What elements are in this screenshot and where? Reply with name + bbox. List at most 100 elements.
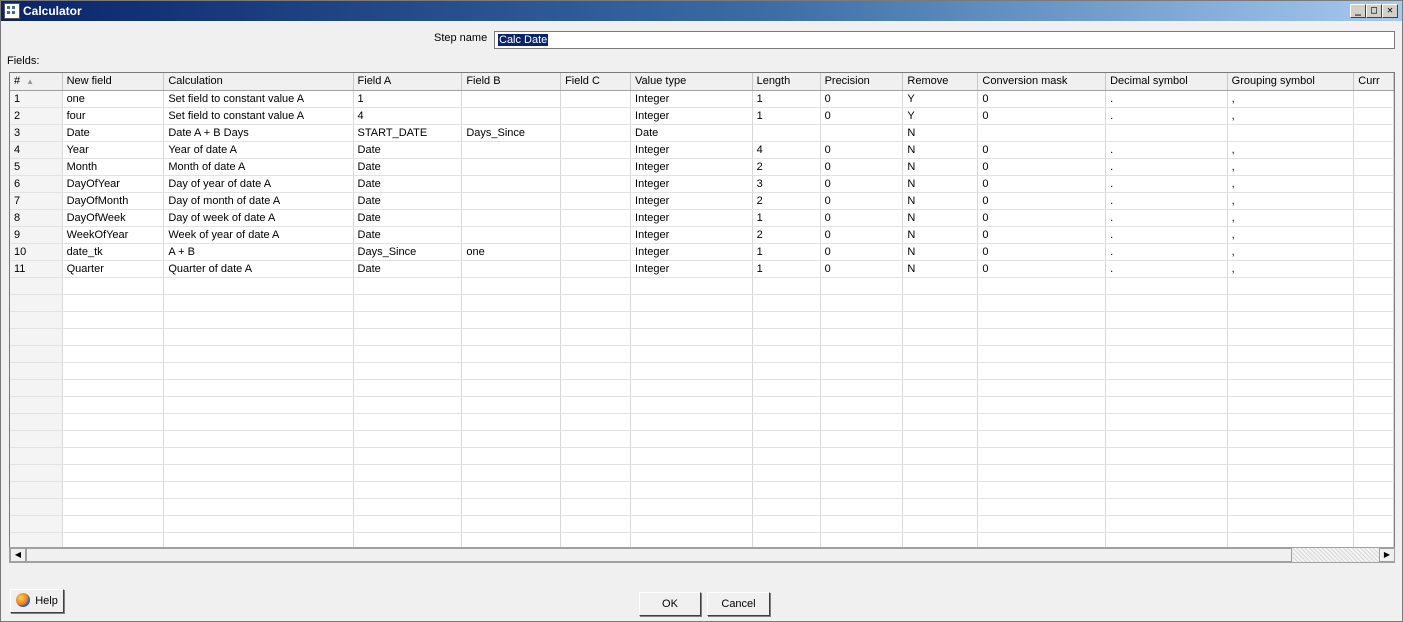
ok-button[interactable]: OK (639, 592, 701, 616)
table-cell[interactable] (560, 396, 632, 414)
table-cell[interactable] (1227, 396, 1355, 414)
empty-row[interactable] (10, 515, 1394, 533)
table-cell[interactable]: Year of date A (163, 141, 354, 159)
table-cell[interactable]: Days_Since (461, 124, 562, 142)
column-header[interactable]: Precision (820, 73, 904, 91)
table-cell[interactable]: 4 (752, 141, 821, 159)
table-cell[interactable] (630, 481, 753, 499)
table-cell[interactable] (820, 447, 904, 465)
table-cell[interactable] (560, 481, 632, 499)
table-cell[interactable] (10, 345, 63, 363)
table-cell[interactable] (353, 430, 463, 448)
empty-row[interactable] (10, 464, 1394, 482)
table-cell[interactable] (461, 430, 562, 448)
table-cell[interactable] (630, 413, 753, 431)
table-cell[interactable] (1353, 243, 1394, 261)
table-cell[interactable]: Day of month of date A (163, 192, 354, 210)
table-cell[interactable]: 0 (977, 260, 1107, 278)
table-cell[interactable] (977, 294, 1107, 312)
table-cell[interactable] (1105, 481, 1228, 499)
table-cell[interactable] (1353, 175, 1394, 193)
table-cell[interactable]: . (1105, 192, 1228, 210)
table-cell[interactable]: 5 (10, 158, 63, 176)
table-cell[interactable] (461, 413, 562, 431)
table-cell[interactable] (1105, 124, 1228, 142)
table-cell[interactable] (977, 311, 1107, 329)
table-cell[interactable] (1353, 90, 1394, 108)
table-row[interactable]: 6 DayOfYear Day of year of date A Date Integ… (10, 175, 1394, 193)
table-cell[interactable]: one (461, 243, 562, 261)
table-cell[interactable]: 0 (977, 209, 1107, 227)
table-cell[interactable] (560, 107, 632, 125)
table-cell[interactable]: 0 (820, 226, 904, 244)
table-cell[interactable] (1353, 277, 1394, 295)
table-cell[interactable] (752, 532, 821, 547)
table-cell[interactable]: Week of year of date A (163, 226, 354, 244)
table-cell[interactable] (62, 277, 165, 295)
table-cell[interactable]: Date (353, 192, 463, 210)
table-cell[interactable]: . (1105, 141, 1228, 159)
table-cell[interactable] (163, 430, 354, 448)
table-cell[interactable] (163, 532, 354, 547)
table-cell[interactable] (62, 481, 165, 499)
table-cell[interactable] (630, 515, 753, 533)
table-cell[interactable] (1227, 430, 1355, 448)
table-cell[interactable] (1227, 328, 1355, 346)
table-cell[interactable] (461, 311, 562, 329)
table-cell[interactable] (10, 464, 63, 482)
table-cell[interactable] (560, 124, 632, 142)
table-cell[interactable]: 0 (820, 141, 904, 159)
table-cell[interactable] (10, 447, 63, 465)
table-cell[interactable] (1105, 413, 1228, 431)
table-cell[interactable] (630, 430, 753, 448)
table-cell[interactable]: 10 (10, 243, 63, 261)
empty-row[interactable] (10, 328, 1394, 346)
table-cell[interactable] (560, 243, 632, 261)
column-header[interactable]: Decimal symbol (1105, 73, 1228, 91)
table-cell[interactable]: , (1227, 175, 1355, 193)
table-cell[interactable] (902, 362, 979, 380)
table-cell[interactable] (1105, 464, 1228, 482)
table-cell[interactable] (353, 328, 463, 346)
table-cell[interactable] (902, 328, 979, 346)
fields-table[interactable]: # ▲ New field Calculation Field A Field B Fiel… (9, 72, 1395, 548)
table-cell[interactable]: DayOfMonth (62, 192, 165, 210)
table-cell[interactable]: START_DATE (353, 124, 463, 142)
table-cell[interactable]: , (1227, 226, 1355, 244)
table-cell[interactable] (163, 447, 354, 465)
table-cell[interactable]: Date (353, 175, 463, 193)
table-cell[interactable] (560, 294, 632, 312)
table-cell[interactable] (461, 277, 562, 295)
table-cell[interactable]: Date (353, 141, 463, 159)
table-cell[interactable] (560, 277, 632, 295)
table-cell[interactable] (461, 328, 562, 346)
table-cell[interactable]: 0 (977, 226, 1107, 244)
table-cell[interactable] (62, 447, 165, 465)
table-cell[interactable]: 0 (977, 90, 1107, 108)
table-cell[interactable] (752, 413, 821, 431)
table-cell[interactable] (1105, 328, 1228, 346)
table-cell[interactable] (10, 379, 63, 397)
empty-row[interactable] (10, 532, 1394, 547)
table-row[interactable]: 2 four Set field to constant value A 4 Integ… (10, 107, 1394, 125)
table-cell[interactable]: 1 (752, 107, 821, 125)
table-cell[interactable] (630, 532, 753, 547)
scroll-right-icon[interactable]: ▶ (1379, 548, 1395, 562)
table-cell[interactable]: Quarter of date A (163, 260, 354, 278)
table-cell[interactable]: DayOfWeek (62, 209, 165, 227)
table-cell[interactable] (163, 481, 354, 499)
table-cell[interactable] (752, 345, 821, 363)
table-cell[interactable]: 1 (752, 209, 821, 227)
table-cell[interactable] (752, 311, 821, 329)
table-cell[interactable]: Integer (630, 192, 753, 210)
table-cell[interactable] (461, 107, 562, 125)
table-row[interactable]: 10 date_tk A + B Days_Since one Integer 1 0 N 0., (10, 243, 1394, 261)
table-cell[interactable] (630, 464, 753, 482)
table-cell[interactable]: . (1105, 175, 1228, 193)
table-cell[interactable] (461, 396, 562, 414)
table-cell[interactable] (560, 209, 632, 227)
table-cell[interactable]: Date (62, 124, 165, 142)
table-cell[interactable]: date_tk (62, 243, 165, 261)
table-cell[interactable] (1105, 396, 1228, 414)
table-cell[interactable] (1105, 277, 1228, 295)
